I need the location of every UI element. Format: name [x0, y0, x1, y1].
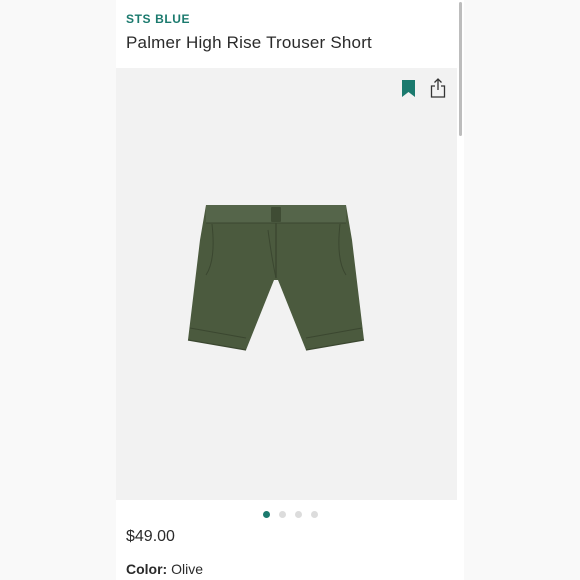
product-header: STS BLUE Palmer High Rise Trouser Short	[116, 0, 464, 68]
brand-name[interactable]: STS BLUE	[126, 12, 190, 26]
product-image	[187, 205, 365, 351]
right-margin	[464, 0, 580, 580]
gallery-dot-3[interactable]	[295, 511, 302, 518]
color-label: Color:	[126, 561, 168, 577]
color-value: Olive	[171, 561, 204, 577]
product-price: $49.00	[126, 528, 175, 545]
product-screen: STS BLUE Palmer High Rise Trouser Short	[116, 0, 464, 580]
color-info: Color: Olive	[126, 561, 203, 577]
gallery-dot-1[interactable]	[263, 511, 270, 518]
gallery-dot-4[interactable]	[311, 511, 318, 518]
bookmark-icon[interactable]	[402, 80, 415, 97]
share-icon[interactable]	[430, 78, 446, 98]
product-title: Palmer High Rise Trouser Short	[126, 33, 372, 52]
scrollbar-thumb[interactable]	[459, 2, 462, 136]
gallery-pagination	[116, 509, 457, 521]
product-image-gallery[interactable]	[116, 68, 457, 500]
left-margin	[0, 0, 116, 580]
gallery-dot-2[interactable]	[279, 511, 286, 518]
